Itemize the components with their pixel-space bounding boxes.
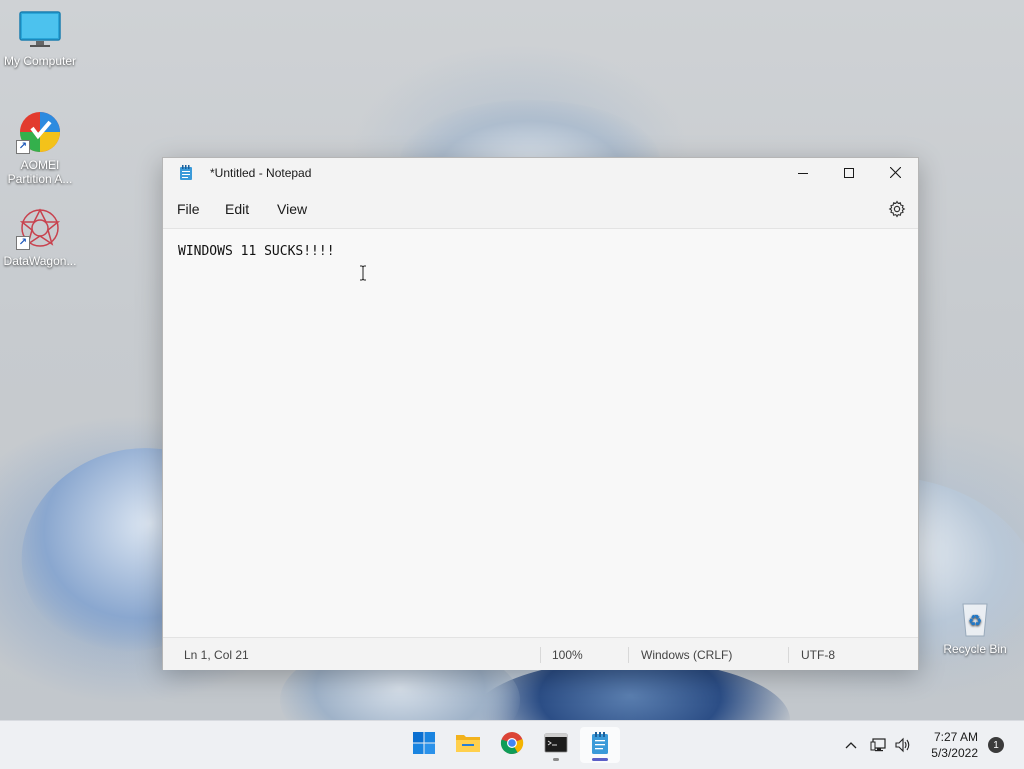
close-icon	[889, 165, 901, 181]
maximize-button[interactable]	[826, 158, 872, 188]
desktop-icon-label: My Computer	[3, 54, 77, 68]
menu-edit[interactable]: Edit	[225, 201, 249, 217]
gear-icon[interactable]	[888, 200, 906, 218]
title-bar[interactable]: *Untitled - Notepad	[163, 158, 918, 188]
encoding: UTF-8	[801, 648, 835, 662]
clock-time: 7:27 AM	[933, 730, 978, 744]
notepad-window: *Untitled - Notepad File Edit View WINDO…	[162, 157, 919, 670]
shortcut-arrow-icon: ↗	[16, 236, 30, 250]
menu-bar: File Edit View	[163, 188, 918, 229]
svg-text:♻: ♻	[968, 611, 982, 630]
desktop-icon-label: AOMEI Partition A...	[7, 158, 73, 186]
chrome-button[interactable]	[492, 727, 532, 763]
close-button[interactable]	[872, 158, 918, 188]
terminal-icon	[544, 733, 568, 758]
desktop-icon-my-computer[interactable]: My Computer	[0, 10, 80, 68]
chrome-icon	[500, 731, 524, 760]
line-ending: Windows (CRLF)	[641, 648, 733, 662]
minimize-icon	[798, 165, 808, 181]
desktop-icon-label: Recycle Bin	[943, 642, 1007, 656]
monitor-icon	[18, 10, 62, 50]
notification-badge[interactable]: 1	[988, 737, 1004, 753]
status-separator	[788, 647, 789, 663]
status-bar: Ln 1, Col 21 100% Windows (CRLF) UTF-8	[163, 637, 918, 670]
desktop-icon-recycle-bin[interactable]: ♻ Recycle Bin	[935, 600, 1015, 656]
desktop-icon-label: DataWagon...	[3, 254, 77, 268]
notepad-icon	[590, 731, 610, 760]
desktop-icon-aomei[interactable]: ↗ AOMEI Partition A...	[0, 110, 80, 186]
menu-file[interactable]: File	[177, 201, 200, 217]
text-cursor-icon	[359, 265, 367, 281]
cursor-position: Ln 1, Col 21	[184, 648, 249, 662]
start-button[interactable]	[404, 727, 444, 763]
notepad-taskbar-button[interactable]	[580, 727, 620, 763]
menu-view[interactable]: View	[277, 201, 307, 217]
aomei-partition-icon: ↗	[16, 110, 64, 154]
clock-date: 5/3/2022	[931, 746, 978, 760]
taskbar: 7:27 AM 5/3/2022 1	[0, 720, 1024, 769]
desktop-icon-datawagon[interactable]: ↗ DataWagon...	[0, 206, 80, 268]
minimize-button[interactable]	[780, 158, 826, 188]
recycle-bin-icon: ♻	[957, 600, 993, 638]
chevron-up-icon[interactable]	[841, 735, 861, 755]
shortcut-arrow-icon: ↗	[16, 140, 30, 154]
zoom-level: 100%	[552, 648, 583, 662]
text-editor[interactable]	[178, 244, 898, 624]
maximize-icon	[844, 165, 854, 181]
text-editor-area[interactable]	[163, 229, 918, 637]
windows-start-icon	[412, 731, 436, 760]
status-separator	[628, 647, 629, 663]
datawagon-icon: ↗	[16, 206, 64, 250]
file-explorer-icon	[455, 732, 481, 759]
terminal-button[interactable]	[536, 727, 576, 763]
status-separator	[540, 647, 541, 663]
clock[interactable]: 7:27 AM 5/3/2022	[931, 729, 978, 761]
active-indicator	[592, 758, 608, 761]
network-icon[interactable]	[869, 735, 889, 755]
file-explorer-button[interactable]	[448, 727, 488, 763]
volume-icon[interactable]	[893, 735, 913, 755]
notepad-icon	[179, 165, 193, 186]
window-title: *Untitled - Notepad	[210, 166, 312, 180]
running-indicator	[553, 758, 559, 761]
